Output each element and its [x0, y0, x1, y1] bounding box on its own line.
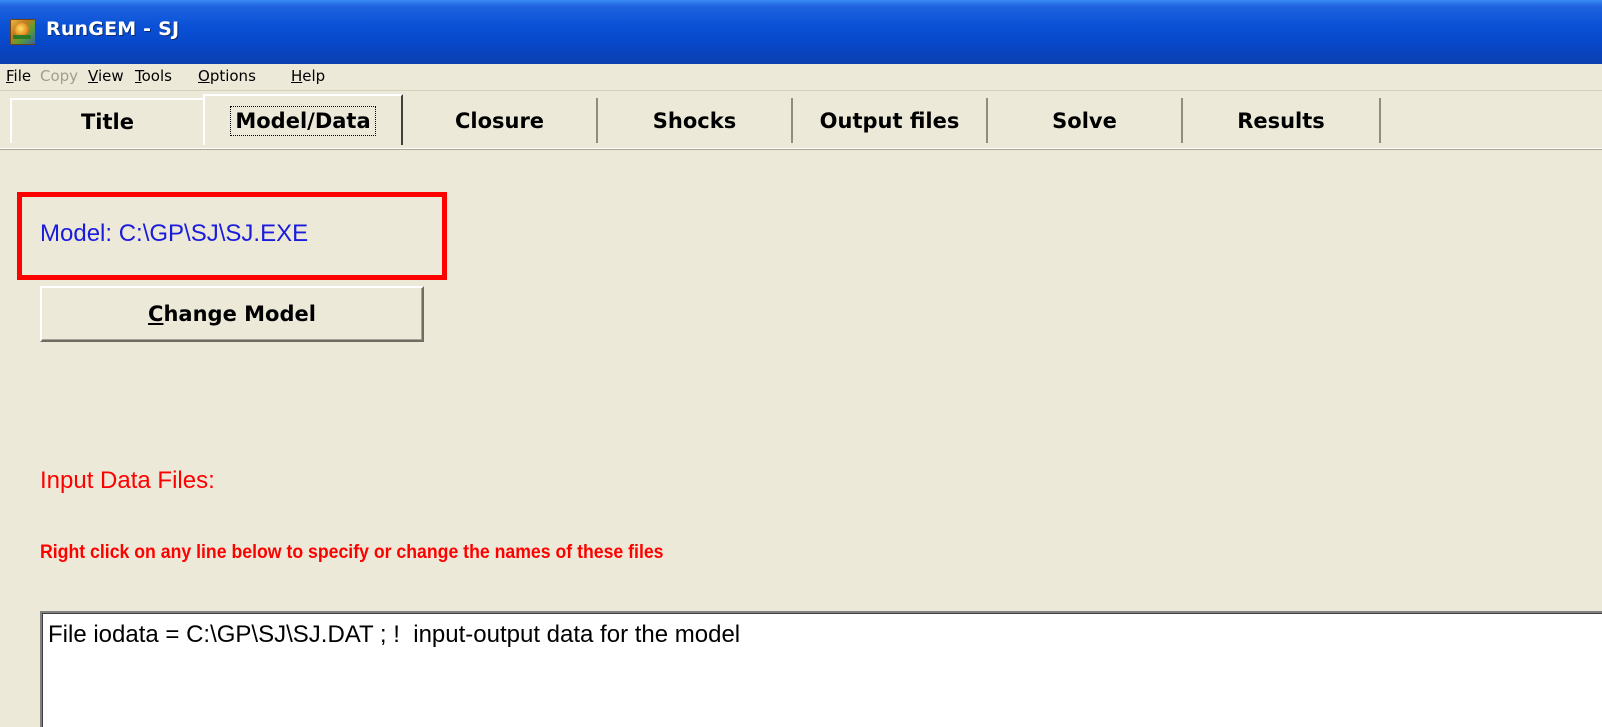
- model-path-label: Model: C:\GP\SJ\SJ.EXE: [40, 220, 309, 247]
- rungem-window: RunGEM - SJ File Copy View Tools Options…: [0, 0, 1602, 727]
- window-title: RunGEM - SJ: [46, 18, 180, 40]
- tab-output-files[interactable]: Output files: [793, 98, 988, 143]
- menu-tools[interactable]: Tools: [135, 67, 172, 85]
- menu-file[interactable]: File: [6, 67, 31, 85]
- change-model-button[interactable]: Change Model: [40, 286, 424, 342]
- tab-strip: Title Model/Data Closure Shocks Output f…: [0, 94, 1602, 149]
- menu-help[interactable]: Help: [291, 67, 325, 85]
- title-bar[interactable]: RunGEM - SJ: [0, 0, 1602, 64]
- input-files-list[interactable]: File iodata = C:\GP\SJ\SJ.DAT ; ! input-…: [40, 611, 1602, 727]
- rungem-app-icon[interactable]: [10, 19, 36, 45]
- tab-model-data[interactable]: Model/Data: [203, 94, 403, 145]
- tab-results[interactable]: Results: [1183, 98, 1381, 143]
- input-data-files-heading: Input Data Files:: [40, 467, 215, 494]
- tab-solve[interactable]: Solve: [988, 98, 1183, 143]
- tab-shocks[interactable]: Shocks: [598, 98, 793, 143]
- menu-options[interactable]: Options: [198, 67, 256, 85]
- menu-bar: File Copy View Tools Options Help: [0, 64, 1602, 91]
- menu-view[interactable]: View: [88, 67, 124, 85]
- menu-copy[interactable]: Copy: [40, 67, 78, 85]
- tab-closure[interactable]: Closure: [403, 98, 598, 143]
- tab-title[interactable]: Title: [10, 98, 205, 143]
- list-item[interactable]: File iodata = C:\GP\SJ\SJ.DAT ; ! input-…: [48, 621, 740, 649]
- right-click-hint: Right click on any line below to specify…: [40, 542, 664, 563]
